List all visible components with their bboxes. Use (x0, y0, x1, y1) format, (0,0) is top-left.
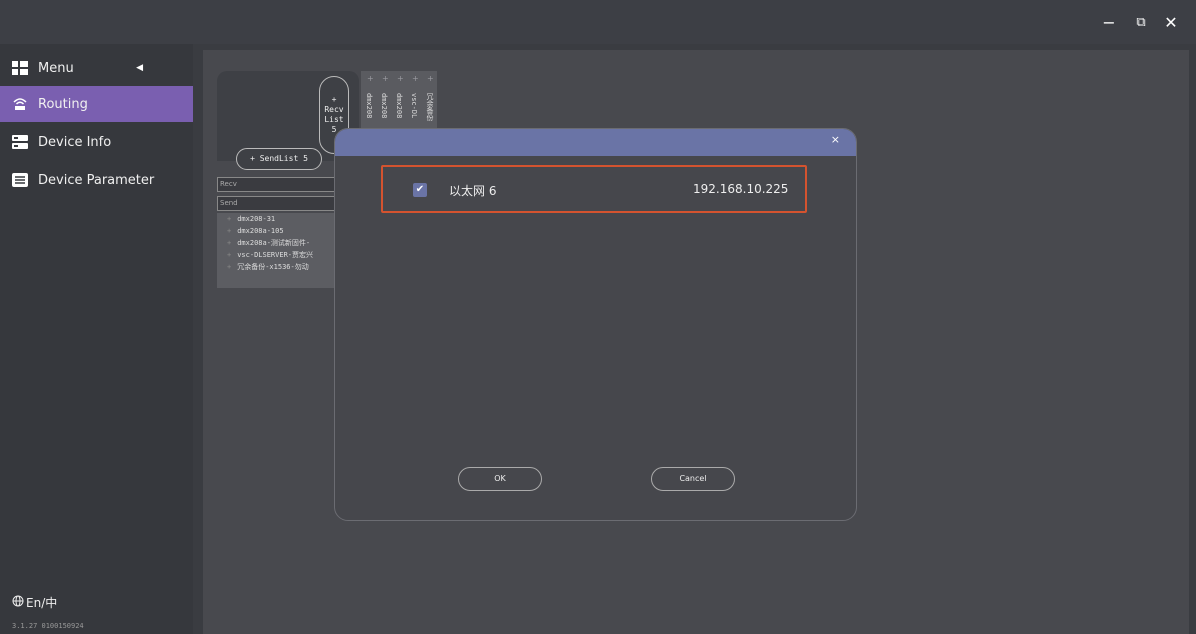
column-header: 冗余备份 (426, 93, 434, 121)
plus-icon[interactable]: + (427, 74, 434, 83)
minimize-button[interactable]: − (1098, 12, 1120, 34)
router-icon (12, 97, 28, 111)
row-label: dmx208a-测试新固件- (237, 239, 311, 247)
language-switch[interactable]: En/中 (12, 594, 57, 611)
network-adapter-row[interactable]: ✔ 以太网 6 192.168.10.225 (381, 165, 807, 213)
network-adapter-ip: 192.168.10.225 (693, 182, 789, 196)
column-header: dmx208 (380, 93, 388, 119)
sender-row-list: + dmx208-31 + dmx208a-105 + dmx208a-测试新固件- … (217, 213, 339, 288)
recv-filter-field[interactable]: Recv (217, 177, 339, 192)
network-checkbox[interactable]: ✔ (413, 183, 427, 197)
row-label: 冗余备份-x1536-勿动 (237, 263, 309, 271)
list-item[interactable]: + dmx208a-105 (217, 225, 339, 237)
language-label: En/中 (26, 596, 58, 610)
server-icon (12, 135, 28, 149)
collapse-arrow-icon[interactable]: ◀ (136, 63, 143, 73)
sidebar-menu-toggle[interactable]: Menu ◀ (0, 50, 193, 86)
recv-list-plus: + (331, 95, 337, 104)
plus-icon[interactable]: + (382, 74, 389, 83)
sidebar: Menu ◀ Routing Device Info Device Parame… (0, 44, 193, 634)
menu-grid-icon (12, 61, 28, 75)
column-header: vsc-DL (410, 93, 418, 119)
ok-button[interactable]: OK (458, 467, 542, 491)
sidebar-item-device-parameter[interactable]: Device Parameter (0, 162, 193, 198)
dialog-header: × (335, 129, 856, 156)
menu-label: Menu (38, 60, 74, 76)
list-item[interactable]: + dmx208-31 (217, 213, 339, 225)
plus-icon: + (227, 263, 232, 271)
plus-icon: + (227, 239, 232, 247)
plus-icon: + (227, 215, 232, 223)
version-text: 3.1.27 0100150924 (12, 622, 84, 630)
sidebar-item-label: Routing (38, 96, 88, 112)
sidebar-item-device-info[interactable]: Device Info (0, 124, 193, 160)
row-label: dmx208-31 (237, 215, 276, 223)
list-item[interactable]: + vsc-DLSERVER-贾宏兴 (217, 249, 339, 261)
receiver-column-headers: + + + + + dmx208 dmx208 dmx208 vsc-DL 冗余… (361, 71, 437, 131)
restore-button[interactable]: ⧉ (1130, 12, 1152, 34)
close-window-button[interactable]: ✕ (1160, 12, 1182, 34)
app-window: − ⧉ ✕ Menu ◀ Routing Device Info Device … (0, 0, 1196, 634)
plus-icon: + (227, 251, 232, 259)
sidebar-item-label: Device Parameter (38, 172, 155, 188)
row-label: dmx208a-105 (237, 227, 284, 235)
sidebar-item-label: Device Info (38, 134, 112, 150)
plus-icon[interactable]: + (367, 74, 374, 83)
cancel-button[interactable]: Cancel (651, 467, 735, 491)
plus-icon[interactable]: + (412, 74, 419, 83)
sidebar-item-routing[interactable]: Routing (0, 86, 193, 122)
column-header: dmx208 (365, 93, 373, 119)
list-item[interactable]: + dmx208a-测试新固件- (217, 237, 339, 249)
send-list-button[interactable]: + SendList 5 (236, 148, 322, 170)
network-adapter-name: 以太网 6 (449, 184, 497, 198)
plus-icon[interactable]: + (397, 74, 404, 83)
recv-list-text: List (324, 115, 344, 124)
parameter-icon (12, 173, 28, 187)
globe-icon (12, 595, 24, 610)
plus-icon: + (227, 227, 232, 235)
dialog-close-button[interactable]: × (831, 133, 840, 146)
column-header: dmx208 (395, 93, 403, 119)
network-select-dialog: × ✔ 以太网 6 192.168.10.225 OK Cancel (334, 128, 857, 521)
list-item[interactable]: + 冗余备份-x1536-勿动 (217, 261, 339, 273)
recv-list-text: Recv (324, 105, 344, 114)
send-filter-field[interactable]: Send (217, 196, 339, 211)
row-label: vsc-DLSERVER-贾宏兴 (237, 251, 314, 259)
title-bar: − ⧉ ✕ (0, 0, 1196, 44)
